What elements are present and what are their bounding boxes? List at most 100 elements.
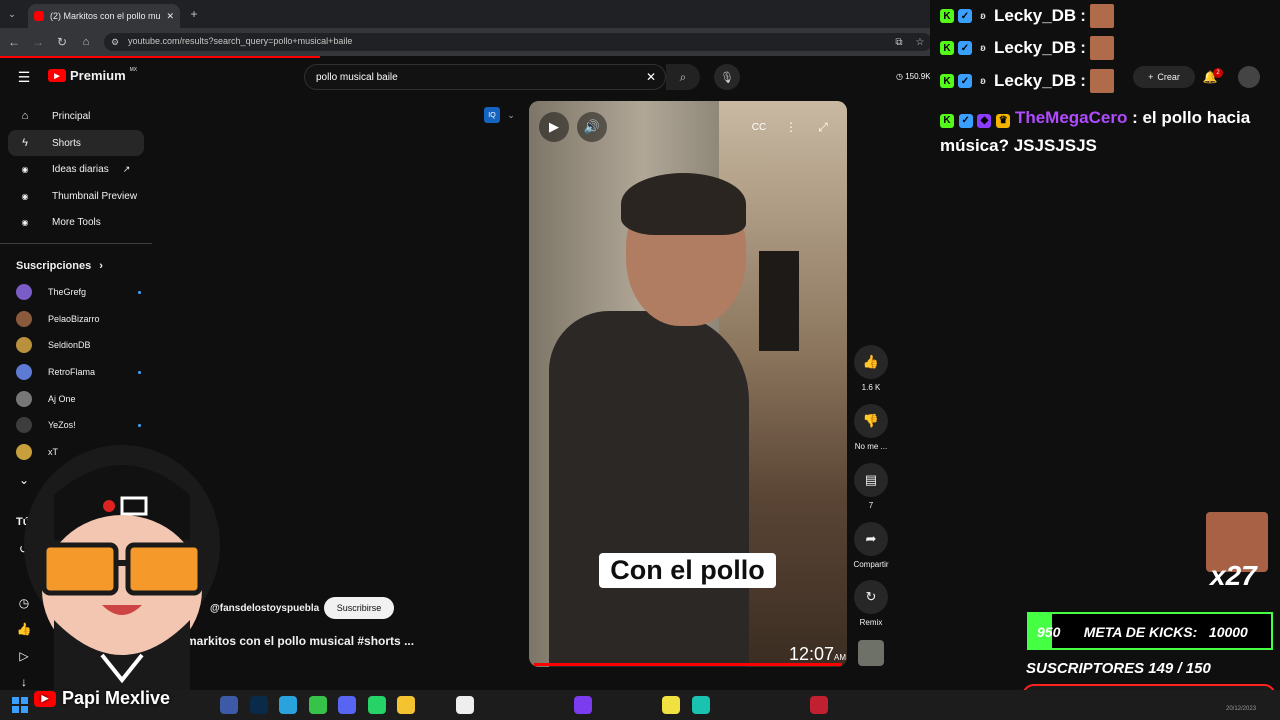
like-icon: 👍 (854, 345, 888, 379)
sidebar-item-ideas-diarias[interactable]: ◉ Ideas diarias ↗ (8, 156, 148, 182)
whatsapp-icon[interactable] (368, 696, 386, 714)
back-icon[interactable]: ← (6, 34, 22, 50)
telegram-icon[interactable] (279, 696, 297, 714)
taskbar-app-icon[interactable] (810, 696, 828, 714)
create-button[interactable]: + Crear (1133, 66, 1195, 88)
home-icon[interactable]: ⌂ (78, 34, 94, 50)
subscription-item[interactable]: Aj One (16, 388, 141, 410)
hamburger-menu-icon[interactable]: ☰ (14, 68, 34, 86)
eye-icon: ◷ (896, 72, 906, 81)
sidebar-item-label: Principal (52, 110, 91, 122)
youtube-favicon-icon (34, 11, 44, 21)
microphone-icon: 🎙 (720, 71, 734, 84)
close-tab-icon[interactable]: ✕ (166, 11, 174, 22)
remix-button[interactable]: ↻ Remix (850, 580, 892, 627)
sidebar-item-label: Ideas diarias (52, 163, 109, 175)
notes-icon[interactable] (662, 696, 680, 714)
bookmark-star-icon[interactable]: ☆ (913, 35, 927, 49)
subscription-item[interactable]: PelaoBizarro (16, 308, 141, 330)
photoshop-icon[interactable] (250, 696, 268, 714)
volume-icon[interactable]: 🔊 (577, 112, 607, 142)
taskbar-app-icon[interactable] (220, 696, 238, 714)
sidebar-item-principal[interactable]: ⌂ Principal (8, 103, 144, 129)
file-explorer-icon[interactable] (397, 696, 415, 714)
search-button[interactable]: ⌕ (666, 64, 700, 90)
shorts-icon: ϟ (22, 137, 28, 149)
tab-list-icon[interactable]: ⌄ (4, 6, 20, 22)
url-text: youtube.com/results?search_query=pollo+m… (128, 36, 353, 46)
taskbar-app-icon[interactable] (574, 696, 592, 714)
live-dot (138, 370, 141, 374)
kick-badge-icon: K (940, 114, 954, 128)
subscribe-button[interactable]: Suscribirse (324, 597, 394, 619)
kick-badge-icon: K (940, 74, 954, 88)
subscription-item[interactable]: RetroFlama (16, 361, 141, 383)
pet-badge-icon: ʚ (976, 41, 990, 55)
subscription-item[interactable]: SeldionDB (16, 334, 141, 356)
windows-taskbar (0, 690, 1280, 720)
chat-username: Lecky_DB (994, 6, 1077, 25)
kicks-goal-label: 950 META DE KICKS: 10000 (1037, 624, 1248, 640)
youtube-logo[interactable]: ▶ Premium MX (48, 66, 138, 83)
taskbar-app-icon[interactable] (309, 696, 327, 714)
address-bar[interactable]: youtube.com/results?search_query=pollo+m… (104, 33, 932, 51)
plus-icon: + (1148, 72, 1154, 82)
more-options-icon[interactable]: ⋮ (779, 115, 803, 139)
dislike-icon: 👎 (854, 404, 888, 438)
sidebar-item-thumbnail-preview[interactable]: ◉ Thumbnail Preview (8, 183, 144, 209)
pet-badge-icon: ʚ (976, 74, 990, 88)
new-tab-button[interactable]: + (186, 7, 202, 21)
chat-username: Lecky_DB (994, 38, 1077, 57)
extension-icon: ◉ (21, 191, 29, 201)
sidebar-item-more-tools[interactable]: ◉ More Tools (8, 209, 144, 235)
extension-iq-icon[interactable]: IQ (484, 107, 500, 123)
discord-icon[interactable] (338, 696, 356, 714)
clear-search-icon[interactable]: ✕ (644, 69, 658, 85)
captions-icon[interactable]: CC (747, 115, 771, 139)
extension-icon: ◉ (21, 164, 29, 174)
fullscreen-icon[interactable]: ⤢ (811, 115, 835, 139)
pet-badge-icon: ʚ (976, 9, 990, 23)
browser-tab[interactable]: (2) Markitos con el pollo musica ✕ (28, 4, 180, 28)
voice-search-button[interactable]: 🎙 (714, 64, 740, 90)
region-code: MX (129, 66, 138, 73)
taskbar-date: 20/12/2023 (1226, 706, 1257, 712)
chevron-down-icon[interactable]: ⌄ (505, 108, 517, 122)
taskbar-app-icon[interactable] (456, 696, 474, 714)
taskbar-app-icon[interactable] (692, 696, 710, 714)
comments-button[interactable]: ▤ 7 (850, 463, 892, 510)
windows-start-icon[interactable] (12, 697, 28, 713)
audio-thumbnail[interactable] (858, 640, 884, 666)
chat-message: K ✓ ◆ ♛ TheMegaCero : el pollo hacia mús… (940, 108, 1251, 155)
reload-icon[interactable]: ↻ (54, 34, 70, 50)
sidebar-item-shorts[interactable]: ϟ Shorts (8, 130, 144, 156)
install-app-icon[interactable]: ⧉ (892, 35, 906, 49)
like-button[interactable]: 👍 1.6 K (850, 345, 892, 392)
comment-icon: ▤ (854, 463, 888, 497)
live-dot (138, 423, 141, 427)
subscription-item[interactable]: TheGrefg (16, 281, 141, 303)
emote-icon (1089, 4, 1114, 28)
subscriptions-heading[interactable]: Suscripciones › (16, 260, 103, 272)
subscriber-goal-label: SUSCRIPTORES 149 / 150 (1026, 660, 1211, 677)
avatar (16, 391, 32, 407)
dislike-button[interactable]: 👎 No me ... (850, 404, 892, 451)
logo-text: Premium (70, 68, 126, 83)
chat-message: K ✓ ʚ Lecky_DB: (940, 69, 1114, 93)
play-icon[interactable]: ▶ (539, 112, 569, 142)
verified-badge-icon: ✓ (958, 9, 972, 23)
share-button[interactable]: ➦ Compartir (850, 522, 892, 569)
search-input[interactable]: pollo musical baile (304, 64, 666, 90)
share-icon: ➦ (854, 522, 888, 556)
subscription-item[interactable]: YeZos! (16, 414, 141, 436)
chat-username: TheMegaCero (1014, 108, 1128, 127)
search-value: pollo musical baile (316, 72, 398, 83)
extension-icon: ◉ (21, 217, 29, 227)
account-avatar[interactable] (1238, 66, 1260, 88)
site-info-icon[interactable]: ⚙ (108, 35, 122, 49)
streamer-mascot-avatar (24, 445, 220, 690)
streamer-name: ▶ Papi Mexlive (34, 688, 170, 709)
forward-icon[interactable]: → (30, 34, 46, 50)
sidebar-item-label: More Tools (52, 216, 101, 228)
combo-counter: x27 (1210, 560, 1257, 591)
